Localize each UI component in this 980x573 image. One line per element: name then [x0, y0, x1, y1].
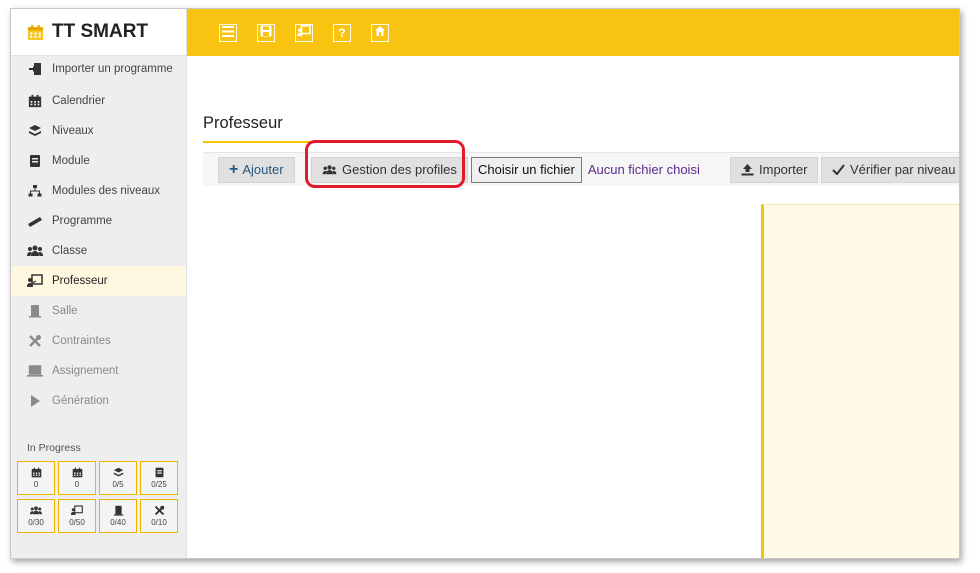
calendar-icon — [27, 94, 43, 108]
sitemap-icon — [27, 184, 43, 198]
sidebar-item-calendrier[interactable]: Calendrier — [11, 86, 186, 116]
verify-button-label: Vérifier par niveau — [850, 162, 956, 177]
tools-icon — [27, 334, 43, 348]
sidebar-item-salle[interactable]: Salle — [11, 296, 186, 326]
progress-value: 0/25 — [151, 480, 167, 490]
plus-icon: + — [229, 160, 239, 178]
home-button[interactable] — [371, 23, 389, 42]
title-underline — [203, 141, 389, 143]
sidebar-item-programme[interactable]: Programme — [11, 206, 186, 236]
sidebar-item-professeur[interactable]: Professeur — [11, 265, 186, 296]
sidebar-nav: Importer un programme Calendrier Niveaux… — [11, 56, 186, 416]
module-icon — [154, 466, 165, 478]
teacher-icon — [27, 273, 43, 288]
sidebar-item-label: Calendrier — [52, 94, 106, 107]
module-icon — [27, 154, 43, 168]
sidebar-item-label: Niveaux — [52, 124, 94, 137]
progress-cell: 0/50 — [58, 498, 96, 533]
progress-cell: 0 — [17, 460, 55, 495]
action-toolbar: + Ajouter Gestion des profiles Choisir u… — [203, 152, 959, 186]
save-icon — [260, 24, 272, 42]
sidebar-item-label: Modules des niveaux — [52, 184, 161, 197]
progress-value: 0/40 — [110, 518, 126, 528]
play-icon — [27, 394, 43, 408]
sidebar-item-label: Importer un programme — [52, 63, 173, 75]
sidebar-item-label: Programme — [52, 214, 113, 227]
calendar-icon — [31, 466, 42, 478]
progress-cell: 0 — [58, 460, 96, 495]
progress-cell: 0/10 — [140, 498, 178, 533]
progress-value: 0/30 — [28, 518, 44, 528]
sidebar-item-importer-programme[interactable]: Importer un programme — [11, 56, 186, 86]
sidebar-item-contraintes[interactable]: Contraintes — [11, 326, 186, 356]
progress-value: 0 — [74, 480, 80, 490]
progress-value: 0/10 — [151, 518, 167, 528]
menu-button[interactable] — [219, 23, 237, 42]
sidebar-item-label: Classe — [52, 244, 88, 257]
teacher-icon — [71, 504, 83, 516]
brand-name: TT SMART — [52, 21, 149, 42]
import-button-label: Importer — [759, 162, 808, 177]
sidebar-item-niveaux[interactable]: Niveaux — [11, 116, 186, 146]
help-icon: ? — [338, 25, 346, 40]
ruler-icon — [27, 214, 43, 228]
main-content: Professeur + Ajouter Gestion des profile… — [187, 56, 959, 558]
choose-file-button[interactable]: Choisir un fichier — [471, 156, 582, 183]
teacher-icon — [297, 24, 311, 42]
add-button-label: Ajouter — [242, 162, 284, 177]
sidebar-item-module[interactable]: Module — [11, 146, 186, 176]
progress-cell: 0/40 — [99, 498, 137, 533]
home-icon — [374, 24, 386, 42]
sidebar-item-label: Module — [52, 154, 90, 167]
door-icon — [27, 304, 43, 318]
tools-icon — [154, 504, 165, 516]
page-title: Professeur — [203, 114, 283, 132]
sidebar-item-assignement[interactable]: Assignement — [11, 356, 186, 386]
sidebar-item-label: Professeur — [52, 274, 108, 287]
door-icon — [113, 504, 124, 516]
menu-icon — [222, 24, 234, 42]
file-status: Aucun fichier choisi — [587, 162, 700, 177]
sidebar-item-generation[interactable]: Génération — [11, 386, 186, 416]
users-icon — [27, 244, 43, 258]
progress-title: In Progress — [27, 441, 81, 454]
sidebar-item-classe[interactable]: Classe — [11, 236, 186, 266]
progress-cell: 0/30 — [17, 498, 55, 533]
layers-icon — [113, 466, 124, 478]
laptop-icon — [27, 364, 43, 378]
top-toolbar: ? — [187, 9, 959, 56]
help-button[interactable]: ? — [333, 23, 351, 42]
profiles-button-label: Gestion des profiles — [342, 162, 457, 177]
sidebar-item-label: Génération — [52, 394, 109, 407]
progress-value: 0/5 — [112, 480, 124, 490]
sidebar-item-label: Contraintes — [52, 334, 111, 347]
progress-value: 0/50 — [69, 518, 85, 528]
progress-cell: 0/5 — [99, 460, 137, 495]
sidebar-item-label: Salle — [52, 304, 78, 317]
progress-cell: 0/25 — [140, 460, 178, 495]
content-panel — [761, 204, 959, 558]
sidebar-item-modules-niveaux[interactable]: Modules des niveaux — [11, 176, 186, 206]
users-icon — [30, 504, 42, 516]
save-button[interactable] — [257, 23, 275, 42]
progress-grid: 0 0 0/5 0/25 0/30 0/50 0/40 0/10 — [11, 460, 186, 533]
check-icon — [832, 164, 845, 175]
layers-icon — [27, 124, 43, 138]
file-input[interactable]: Choisir un fichier Aucun fichier choisi — [471, 156, 700, 183]
import-button[interactable]: Importer — [730, 156, 819, 183]
progress-value: 0 — [33, 480, 39, 490]
brand[interactable]: TT SMART — [11, 9, 186, 56]
import-icon — [27, 62, 43, 76]
profiles-button[interactable]: Gestion des profiles — [311, 156, 468, 183]
app-window: TT SMART Importer un programme Calendrie… — [10, 8, 960, 559]
sidebar: TT SMART Importer un programme Calendrie… — [11, 9, 187, 558]
calendar-icon — [72, 466, 83, 478]
add-button[interactable]: + Ajouter — [218, 156, 295, 183]
upload-icon — [741, 163, 754, 176]
teacher-button[interactable] — [295, 23, 313, 42]
sidebar-item-label: Assignement — [52, 364, 119, 377]
calendar-icon — [27, 24, 44, 41]
verify-button[interactable]: Vérifier par niveau — [821, 156, 959, 183]
users-icon — [322, 164, 337, 176]
